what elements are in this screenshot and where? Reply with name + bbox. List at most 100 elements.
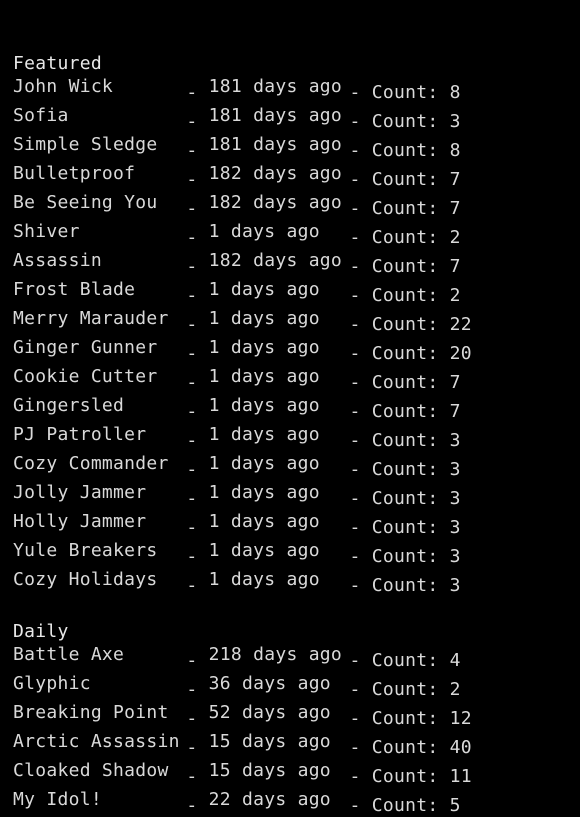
count-label: Count: bbox=[371, 314, 439, 335]
count-value: 7 bbox=[449, 169, 461, 190]
count-value: 3 bbox=[449, 488, 461, 509]
item-name: Frost Blade bbox=[13, 279, 136, 300]
field-separator: - bbox=[349, 372, 361, 393]
count-label: Count: bbox=[371, 766, 439, 787]
count-value: 3 bbox=[449, 111, 461, 132]
field-separator: - bbox=[186, 314, 198, 335]
count-value: 4 bbox=[449, 650, 461, 671]
field-separator: - bbox=[186, 737, 198, 758]
item-last-seen: 181 days ago bbox=[208, 105, 343, 126]
list-item: Yule Breakers - 1 days ago - Count: 3 bbox=[13, 539, 580, 568]
field-separator: - bbox=[186, 679, 198, 700]
count-label: Count: bbox=[371, 401, 439, 422]
list-item: Bulletproof - 182 days ago - Count: 7 bbox=[13, 162, 580, 191]
item-name: Arctic Assassin bbox=[13, 731, 180, 752]
list-item: Cloaked Shadow - 15 days ago - Count: 11 bbox=[13, 759, 580, 788]
item-last-seen: 1 days ago bbox=[208, 308, 320, 329]
field-separator: - bbox=[186, 169, 198, 190]
item-name: Cookie Cutter bbox=[13, 366, 158, 387]
item-name: Glyphic bbox=[13, 673, 91, 694]
field-separator: - bbox=[349, 314, 361, 335]
count-label: Count: bbox=[371, 737, 439, 758]
field-separator: - bbox=[349, 256, 361, 277]
section-spacer bbox=[13, 597, 580, 620]
field-separator: - bbox=[186, 227, 198, 248]
count-value: 3 bbox=[449, 430, 461, 451]
count-value: 3 bbox=[449, 459, 461, 480]
item-last-seen: 52 days ago bbox=[208, 702, 331, 723]
item-last-seen: 1 days ago bbox=[208, 337, 320, 358]
item-name: Cozy Holidays bbox=[13, 569, 158, 590]
field-separator: - bbox=[349, 343, 361, 364]
list-item: Merry Marauder - 1 days ago - Count: 22 bbox=[13, 307, 580, 336]
count-label: Count: bbox=[371, 459, 439, 480]
item-name: Jolly Jammer bbox=[13, 482, 147, 503]
list-item: Battle Axe - 218 days ago - Count: 4 bbox=[13, 643, 580, 672]
list-item: Glyphic - 36 days ago - Count: 2 bbox=[13, 672, 580, 701]
count-value: 5 bbox=[449, 795, 461, 816]
item-last-seen: 1 days ago bbox=[208, 569, 320, 590]
count-value: 3 bbox=[449, 575, 461, 596]
item-name: Battle Axe bbox=[13, 644, 125, 665]
count-label: Count: bbox=[371, 227, 439, 248]
count-value: 3 bbox=[449, 517, 461, 538]
list-item: Assassin - 182 days ago - Count: 7 bbox=[13, 249, 580, 278]
count-value: 22 bbox=[449, 314, 472, 335]
list-item: Cozy Commander - 1 days ago - Count: 3 bbox=[13, 452, 580, 481]
field-separator: - bbox=[349, 227, 361, 248]
count-value: 40 bbox=[449, 737, 472, 758]
field-separator: - bbox=[349, 488, 361, 509]
item-last-seen: 218 days ago bbox=[208, 644, 343, 665]
item-name: Bulletproof bbox=[13, 163, 136, 184]
field-separator: - bbox=[349, 795, 361, 816]
count-value: 2 bbox=[449, 227, 461, 248]
item-name: Be Seeing You bbox=[13, 192, 158, 213]
item-name: Cozy Commander bbox=[13, 453, 169, 474]
item-last-seen: 181 days ago bbox=[208, 76, 343, 97]
list-item: Simple Sledge - 181 days ago - Count: 8 bbox=[13, 133, 580, 162]
field-separator: - bbox=[349, 517, 361, 538]
item-last-seen: 1 days ago bbox=[208, 540, 320, 561]
field-separator: - bbox=[186, 401, 198, 422]
count-label: Count: bbox=[371, 546, 439, 567]
list-section: Featured John Wick - 181 days ago - Count: … bbox=[13, 52, 580, 597]
field-separator: - bbox=[349, 679, 361, 700]
field-separator: - bbox=[186, 546, 198, 567]
field-separator: - bbox=[349, 285, 361, 306]
item-last-seen: 182 days ago bbox=[208, 163, 343, 184]
item-name: Cloaked Shadow bbox=[13, 760, 169, 781]
count-label: Count: bbox=[371, 169, 439, 190]
item-name: John Wick bbox=[13, 76, 114, 97]
item-last-seen: 22 days ago bbox=[208, 789, 331, 810]
field-separator: - bbox=[186, 82, 198, 103]
field-separator: - bbox=[349, 401, 361, 422]
item-last-seen: 15 days ago bbox=[208, 731, 331, 752]
list-item: Cozy Holidays - 1 days ago - Count: 3 bbox=[13, 568, 580, 597]
terminal-output: Featured John Wick - 181 days ago - Count: … bbox=[0, 0, 580, 816]
count-label: Count: bbox=[371, 488, 439, 509]
item-last-seen: 1 days ago bbox=[208, 482, 320, 503]
item-name: My Idol! bbox=[13, 789, 102, 810]
field-separator: - bbox=[349, 737, 361, 758]
field-separator: - bbox=[186, 517, 198, 538]
count-label: Count: bbox=[371, 575, 439, 596]
count-value: 12 bbox=[449, 708, 472, 729]
list-item: Be Seeing You - 182 days ago - Count: 7 bbox=[13, 191, 580, 220]
list-item: Ginger Gunner - 1 days ago - Count: 20 bbox=[13, 336, 580, 365]
field-separator: - bbox=[186, 140, 198, 161]
count-value: 7 bbox=[449, 401, 461, 422]
list-item: Cookie Cutter - 1 days ago - Count: 7 bbox=[13, 365, 580, 394]
field-separator: - bbox=[186, 430, 198, 451]
item-last-seen: 36 days ago bbox=[208, 673, 331, 694]
count-label: Count: bbox=[371, 708, 439, 729]
count-label: Count: bbox=[371, 285, 439, 306]
item-last-seen: 15 days ago bbox=[208, 760, 331, 781]
count-label: Count: bbox=[371, 343, 439, 364]
field-separator: - bbox=[349, 766, 361, 787]
list-item: Jolly Jammer - 1 days ago - Count: 3 bbox=[13, 481, 580, 510]
count-value: 8 bbox=[449, 82, 461, 103]
item-last-seen: 1 days ago bbox=[208, 453, 320, 474]
field-separator: - bbox=[186, 285, 198, 306]
field-separator: - bbox=[349, 198, 361, 219]
list-item: John Wick - 181 days ago - Count: 8 bbox=[13, 75, 580, 104]
